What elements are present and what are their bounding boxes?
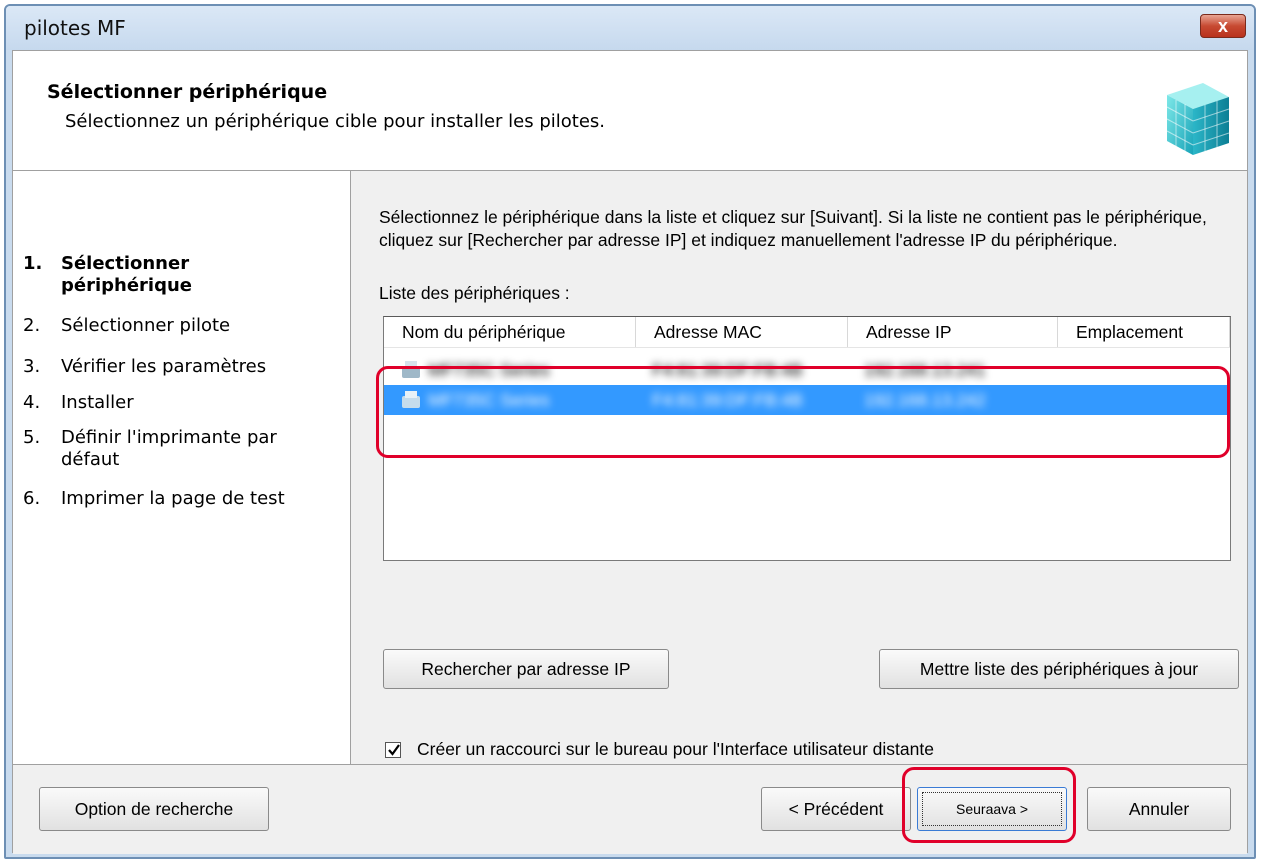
page-title: Sélectionner périphérique [47,81,328,103]
step-number: 4. [23,392,41,413]
checkmark-icon [388,743,400,756]
device-row-selected[interactable]: MF735C Series F4:81:39:DF:FB:4B 192.168.… [384,385,1230,415]
window-title: pilotes MF [24,16,126,40]
mac-cell: F4:81:39:DF:FB:4B [636,385,848,415]
next-button[interactable]: Seuraava > [917,787,1067,831]
printer-icon [402,391,420,408]
device-name-cell: MF735C Series [384,385,636,415]
instructions-text: Sélectionnez le périphérique dans la lis… [379,207,1207,250]
printer-icon [402,361,420,378]
dialog-client: Sélectionner périphérique Sélectionnez u… [12,50,1248,854]
device-name: MF735C Series [428,389,550,410]
ip-value: 192.168.13.242 [864,389,986,410]
shortcut-checkbox-label: Créer un raccourci sur le bureau pour l'… [417,739,934,759]
step-install: 4. Installer [23,392,343,414]
column-location[interactable]: Emplacement [1058,317,1230,347]
step-default-printer: 5. Définir l'imprimante par défaut [23,427,343,471]
device-name-cell: MF735C Series [384,355,636,385]
shortcut-checkbox-row[interactable]: Créer un raccourci sur le bureau pour l'… [385,739,934,760]
mac-cell: F4:81:39:DF:FB:4B [636,355,848,385]
shortcut-checkbox[interactable] [385,741,401,758]
device-list-label: Liste des périphériques : [379,283,570,303]
title-bar: pilotes MF x [6,6,1254,50]
close-button[interactable]: x [1200,14,1246,38]
wizard-footer: Option de recherche < Précédent Seuraava… [13,764,1247,854]
ip-value: 192.168.13.241 [864,359,986,380]
search-by-ip-button[interactable]: Rechercher par adresse IP [383,649,669,689]
step-number: 2. [23,315,41,336]
step-label: Définir l'imprimante par défaut [61,427,277,470]
ip-cell: 192.168.13.241 [848,355,1058,385]
cancel-button[interactable]: Annuler [1087,787,1231,831]
step-label: Installer [61,392,134,413]
step-number: 6. [23,488,41,509]
device-list[interactable]: Nom du périphérique Adresse MAC Adresse … [383,316,1231,561]
column-ip-address[interactable]: Adresse IP [848,317,1058,347]
mac-value: F4:81:39:DF:FB:4B [652,359,803,380]
device-list-header: Nom du périphérique Adresse MAC Adresse … [384,317,1230,348]
cube-logo-icon [1166,83,1230,155]
step-label: Sélectionner pilote [61,315,231,336]
installer-window: pilotes MF x Sélectionner périphérique S… [4,4,1256,859]
main-panel: Sélectionnez le périphérique dans la lis… [351,171,1247,764]
step-select-device: 1. Sélectionner périphérique [23,253,343,297]
step-label: Vérifier les paramètres [61,356,267,377]
back-button[interactable]: < Précédent [761,787,911,831]
close-icon: x [1217,16,1228,36]
step-select-driver: 2. Sélectionner pilote [23,315,343,337]
ip-cell: 192.168.13.242 [848,385,1058,415]
column-device-name[interactable]: Nom du périphérique [384,317,636,347]
refresh-device-list-button[interactable]: Mettre liste des périphériques à jour [879,649,1239,689]
step-label: Sélectionner périphérique [61,253,193,296]
device-name: MF735C Series [428,359,550,380]
column-mac-address[interactable]: Adresse MAC [636,317,848,347]
page-subtitle: Sélectionnez un périphérique cible pour … [65,111,605,132]
step-print-test-page: 6. Imprimer la page de test [23,488,343,510]
step-check-settings: 3. Vérifier les paramètres [23,356,343,378]
search-option-button[interactable]: Option de recherche [39,787,269,831]
wizard-header: Sélectionner périphérique Sélectionnez u… [13,51,1247,171]
step-number: 5. [23,427,41,448]
device-row[interactable]: MF735C Series F4:81:39:DF:FB:4B 192.168.… [384,355,1230,385]
step-number: 1. [23,253,43,274]
mac-value: F4:81:39:DF:FB:4B [652,389,803,410]
step-number: 3. [23,356,41,377]
wizard-steps: 1. Sélectionner périphérique 2. Sélectio… [13,171,351,764]
step-label: Imprimer la page de test [61,488,285,509]
